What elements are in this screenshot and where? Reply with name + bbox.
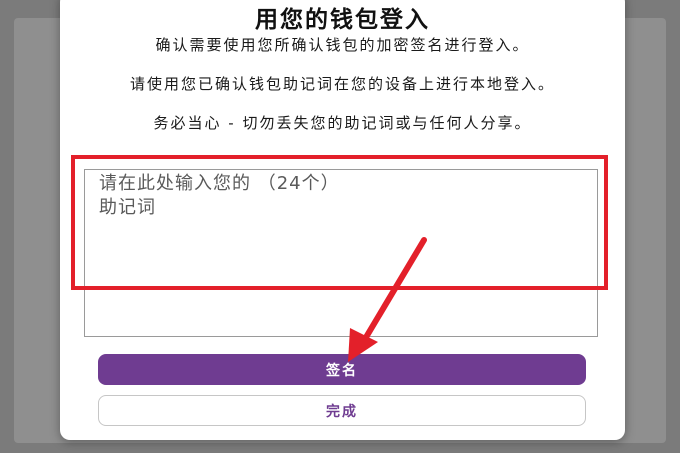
- sign-button[interactable]: 签名: [98, 354, 586, 385]
- local-login-instruction-text: 请使用您已确认钱包助记词在您的设备上进行本地登入。: [129, 75, 555, 93]
- dialog-title: 用您的钱包登入: [255, 7, 430, 33]
- done-button[interactable]: 完成: [98, 395, 586, 426]
- signature-explanation-text: 确认需要使用您所确认钱包的加密签名进行登入。: [155, 36, 530, 54]
- wallet-login-dialog: 用您的钱包登入 确认需要使用您所确认钱包的加密签名进行登入。 请使用您已确认钱包…: [60, 0, 625, 440]
- security-warning-text: 务必当心 - 切勿丢失您的助记词或与任何人分享。: [153, 114, 532, 132]
- mnemonic-input[interactable]: [84, 169, 598, 337]
